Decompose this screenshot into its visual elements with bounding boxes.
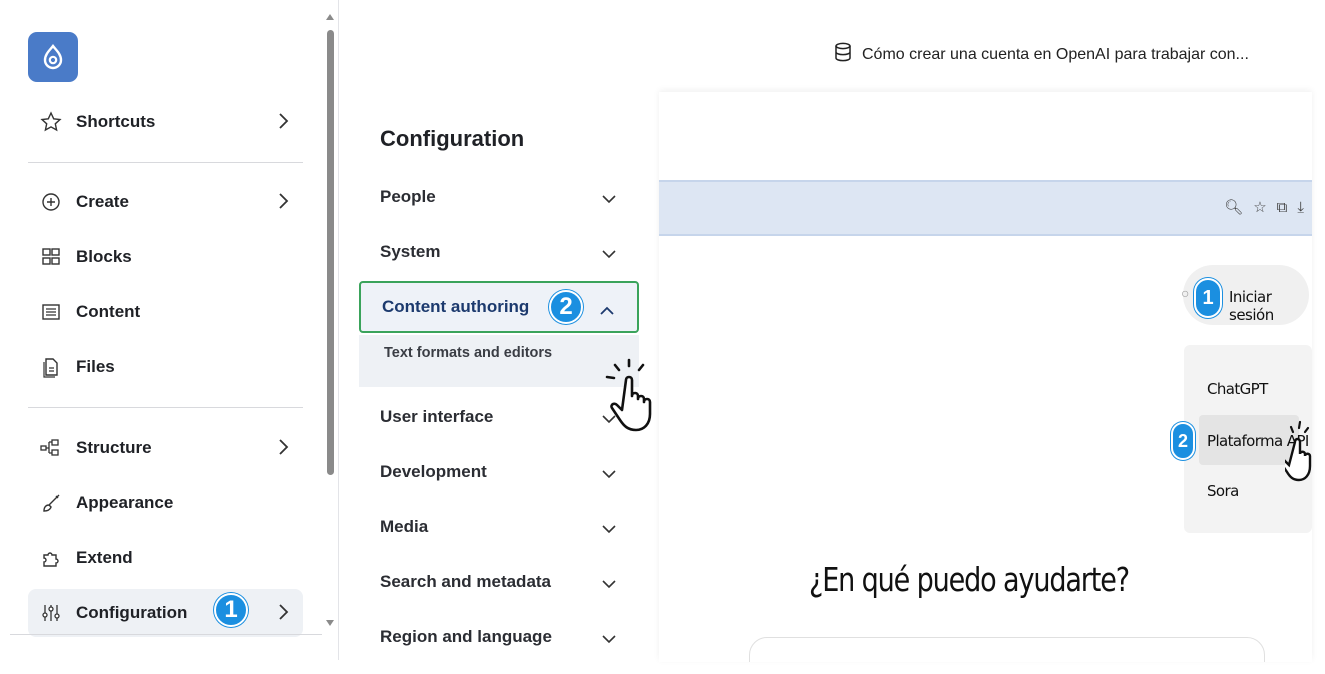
menu-user-interface[interactable]: User interface: [359, 394, 639, 440]
nav-create[interactable]: Create: [28, 178, 303, 226]
nav-label: Appearance: [76, 493, 174, 512]
nav-label: Structure: [76, 438, 152, 457]
video-step-badge-2: 2: [1171, 422, 1195, 460]
prompt-input-box: [749, 637, 1265, 662]
menu-label: User interface: [380, 407, 494, 426]
puzzle-icon: [40, 547, 66, 569]
chevron-down-icon: [601, 521, 617, 539]
menu-content-authoring[interactable]: Content authoring: [359, 281, 639, 333]
menu-label: Region and language: [380, 627, 552, 646]
menu-label: System: [380, 242, 441, 261]
nav-blocks[interactable]: Blocks: [28, 233, 303, 281]
chevron-down-icon: [601, 246, 617, 264]
file-icon: [40, 356, 66, 378]
video-step-badge-1: 1: [1194, 278, 1222, 318]
nav-label: Content: [76, 302, 141, 321]
sliders-icon: [40, 602, 66, 624]
blocks-grid-icon: [40, 246, 66, 268]
chevron-down-icon: [601, 466, 617, 484]
extension-icon: ⧉: [1276, 198, 1288, 216]
nav-appearance[interactable]: Appearance: [28, 479, 303, 527]
browser-address-bar: 🔍︎ ☆ ⧉ ⤓: [659, 180, 1312, 236]
menu-people[interactable]: People: [359, 174, 639, 220]
menu-search-and-metadata[interactable]: Search and metadata: [359, 559, 639, 605]
chevron-down-icon: [601, 631, 617, 649]
scrollbar-thumb[interactable]: [327, 30, 334, 475]
chevron-down-icon: [601, 191, 617, 209]
tutorial-screenshot: 🔍︎ ☆ ⧉ ⤓ ○ 1 Iniciar sesión ChatGPT Plat…: [659, 92, 1312, 662]
menu-development[interactable]: Development: [359, 449, 639, 495]
drupal-logo[interactable]: [28, 32, 78, 82]
star-icon: [40, 111, 66, 133]
submenu-content-authoring: Text formats and editors: [359, 335, 639, 387]
chevron-right-icon: [277, 602, 289, 627]
dropdown-item-chatgpt: ChatGPT: [1207, 380, 1268, 398]
scroll-down-arrow-icon[interactable]: [326, 620, 334, 626]
chevron-right-icon: [277, 111, 289, 136]
nav-structure[interactable]: Structure: [28, 424, 303, 472]
chevron-up-icon: [599, 303, 615, 321]
video-title-text: Cómo crear una cuenta en OpenAI para tra…: [862, 45, 1249, 63]
database-icon: [834, 42, 852, 67]
chevron-right-icon: [277, 191, 289, 216]
divider: [10, 634, 322, 635]
chevron-right-icon: [277, 437, 289, 462]
zoom-icon: 🔍︎: [1224, 199, 1244, 216]
flyout-title: Configuration: [380, 126, 525, 151]
nav-content[interactable]: Content: [28, 288, 303, 336]
video-hand-cursor-icon: [1285, 420, 1312, 482]
menu-system[interactable]: System: [359, 229, 639, 275]
plus-circle-icon: [40, 191, 66, 213]
step-badge-1: 1: [214, 593, 248, 627]
nav-label: Extend: [76, 548, 133, 567]
divider: [28, 407, 303, 408]
download-icon: ⤓: [1297, 198, 1304, 216]
admin-toolbar: Shortcuts Create Blocks Content Files St…: [0, 0, 322, 674]
nav-label: Shortcuts: [76, 112, 156, 131]
menu-region-and-language[interactable]: Region and language: [359, 614, 639, 660]
menu-label: Content authoring: [382, 297, 530, 316]
dropdown-item-sora: Sora: [1207, 482, 1239, 500]
menu-media[interactable]: Media: [359, 504, 639, 550]
nav-label: Configuration: [76, 603, 188, 622]
menu-label: Media: [380, 517, 429, 536]
menu-label: Development: [380, 462, 487, 481]
nav-configuration[interactable]: Configuration: [28, 589, 303, 637]
chevron-down-icon: [601, 576, 617, 594]
brush-icon: [40, 492, 66, 514]
structure-icon: [40, 437, 66, 459]
search-icon: ○: [1181, 285, 1190, 301]
login-button: Iniciar sesión: [1229, 288, 1274, 324]
video-heading: ¿En qué puedo ayudarte?: [809, 560, 1130, 599]
drupal-drop-icon: [43, 44, 63, 70]
nav-label: Create: [76, 192, 129, 211]
nav-label: Files: [76, 357, 115, 376]
nav-files[interactable]: Files: [28, 343, 303, 391]
content-list-icon: [40, 301, 66, 323]
nav-label: Blocks: [76, 247, 132, 266]
star-bookmark-icon: ☆: [1253, 199, 1267, 216]
browser-toolbar-icons: 🔍︎ ☆ ⧉ ⤓: [1224, 198, 1304, 217]
video-title[interactable]: Cómo crear una cuenta en OpenAI para tra…: [834, 42, 1249, 67]
scroll-up-arrow-icon[interactable]: [326, 14, 334, 20]
menu-label: People: [380, 187, 436, 206]
divider: [28, 162, 303, 163]
nav-shortcuts[interactable]: Shortcuts: [28, 98, 303, 146]
nav-extend[interactable]: Extend: [28, 534, 303, 582]
menu-label: Search and metadata: [380, 572, 552, 591]
step-badge-2: 2: [549, 290, 583, 324]
submenu-text-formats[interactable]: Text formats and editors: [384, 345, 552, 361]
